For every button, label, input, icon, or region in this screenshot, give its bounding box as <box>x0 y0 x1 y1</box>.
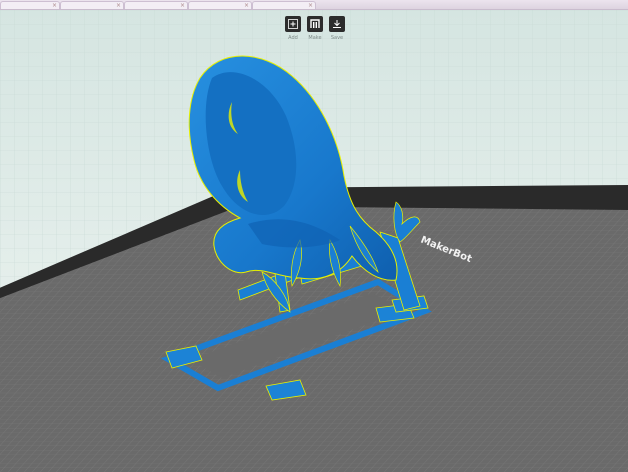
close-tab-icon[interactable]: × <box>116 2 121 9</box>
make-button-label: Make <box>308 35 322 41</box>
top-toolbar: Add Make Save <box>282 16 348 44</box>
3d-viewport[interactable]: MakerBot <box>0 10 628 472</box>
add-button[interactable] <box>285 16 301 32</box>
browser-tab[interactable]: × <box>252 1 316 9</box>
close-tab-icon[interactable]: × <box>308 2 313 9</box>
browser-tab[interactable]: × <box>188 1 252 9</box>
make-button[interactable] <box>307 16 323 32</box>
browser-tab[interactable]: × <box>0 1 60 9</box>
close-tab-icon[interactable]: × <box>244 2 249 9</box>
browser-tab-strip: × × × × × <box>0 0 628 10</box>
add-icon <box>288 19 298 29</box>
makerbot-logo-icon <box>310 19 320 28</box>
browser-tab[interactable]: × <box>124 1 188 9</box>
save-button-label: Save <box>330 35 344 41</box>
save-icon <box>333 20 341 28</box>
browser-tab[interactable]: × <box>60 1 124 9</box>
add-button-label: Add <box>288 35 298 41</box>
close-tab-icon[interactable]: × <box>52 2 57 9</box>
save-button[interactable] <box>329 16 345 32</box>
close-tab-icon[interactable]: × <box>180 2 185 9</box>
